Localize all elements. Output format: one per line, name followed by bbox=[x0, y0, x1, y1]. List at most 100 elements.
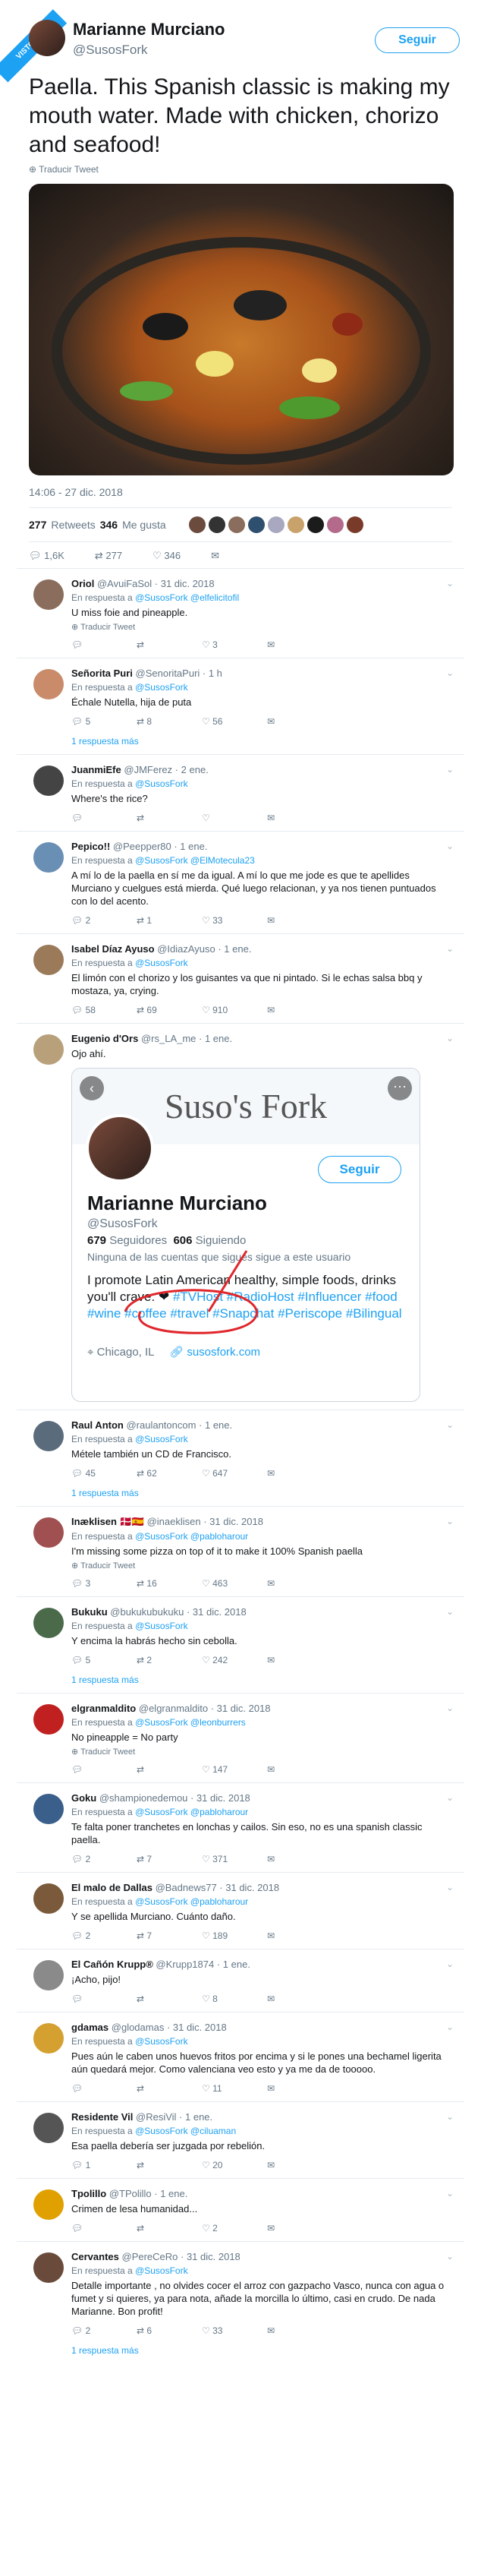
reply-button[interactable]: 💬︎ 5 bbox=[71, 1655, 137, 1665]
like-button[interactable]: ♡ 33 bbox=[202, 2325, 267, 2336]
reply-author-name[interactable]: Bukuku bbox=[71, 1606, 108, 1618]
avatar[interactable] bbox=[33, 1883, 64, 1914]
reply-author-name[interactable]: Señorita Puri bbox=[71, 668, 133, 679]
avatar[interactable] bbox=[33, 579, 64, 610]
reply-tweet[interactable]: ⌄ Oriol @AvuiFaSol · 31 dic. 2018 En res… bbox=[17, 568, 464, 658]
avatar[interactable] bbox=[267, 516, 285, 533]
avatar[interactable] bbox=[228, 516, 245, 533]
reply-author-handle[interactable]: @TPolillo · 1 ene. bbox=[109, 2188, 188, 2199]
retweet-button[interactable]: ⇄ bbox=[137, 1764, 202, 1775]
retweet-button[interactable]: ⇄ 62 bbox=[137, 1468, 202, 1479]
reply-author-name[interactable]: gdamas bbox=[71, 2022, 108, 2033]
reply-button[interactable]: 💬︎ 45 bbox=[71, 1468, 137, 1479]
avatar[interactable] bbox=[33, 842, 64, 873]
more-replies-link[interactable]: 1 respuesta más bbox=[71, 1675, 452, 1685]
chevron-down-icon[interactable]: ⌄ bbox=[446, 578, 454, 589]
avatar[interactable] bbox=[326, 516, 344, 533]
share-button[interactable]: ✉ bbox=[267, 2325, 332, 2336]
reply-button[interactable]: 💬︎ 5 bbox=[71, 716, 137, 727]
chevron-down-icon[interactable]: ⌄ bbox=[446, 1419, 454, 1430]
share-button[interactable]: ✉ bbox=[267, 716, 332, 727]
chevron-down-icon[interactable]: ⌄ bbox=[446, 2188, 454, 2199]
avatar[interactable] bbox=[33, 945, 64, 975]
retweet-button[interactable]: ⇄ 8 bbox=[137, 716, 202, 727]
reply-author-name[interactable]: Isabel Díaz Ayuso bbox=[71, 943, 155, 955]
like-button[interactable]: ♡ bbox=[202, 813, 267, 823]
chevron-down-icon[interactable]: ⌄ bbox=[446, 2022, 454, 2032]
chevron-down-icon[interactable]: ⌄ bbox=[446, 1606, 454, 1617]
retweets-label[interactable]: Retweets bbox=[51, 519, 95, 531]
reply-author-name[interactable]: El Cañón Krupp® bbox=[71, 1959, 153, 1970]
retweet-button[interactable]: ⇄ bbox=[137, 1994, 202, 2004]
reply-button[interactable]: 💬︎ bbox=[71, 1764, 137, 1775]
more-replies-link[interactable]: 1 respuesta más bbox=[71, 1488, 452, 1498]
like-button[interactable]: ♡ 33 bbox=[202, 915, 267, 926]
retweet-button[interactable]: ⇄ 7 bbox=[137, 1930, 202, 1941]
reply-button[interactable]: 💬︎ bbox=[71, 2083, 137, 2094]
like-button[interactable]: ♡ 11 bbox=[202, 2083, 267, 2094]
share-button[interactable]: ✉ bbox=[267, 639, 332, 650]
avatar[interactable] bbox=[33, 1608, 64, 1638]
reply-tweet[interactable]: ⌄ Isabel Díaz Ayuso @IdiazAyuso · 1 ene.… bbox=[17, 933, 464, 1023]
author-avatar[interactable] bbox=[29, 20, 65, 56]
reply-author-handle[interactable]: @inaeklisen · 31 dic. 2018 bbox=[147, 1516, 263, 1527]
reply-tweet[interactable]: ⌄ Señorita Puri @SenoritaPuri · 1 h En r… bbox=[17, 658, 464, 754]
reply-tweet[interactable]: ⌄ Raul Anton @raulantoncom · 1 ene. En r… bbox=[17, 1410, 464, 1506]
reply-to-users[interactable]: @SusosFork @pabloharour bbox=[135, 1807, 248, 1817]
share-button[interactable]: ✉ bbox=[267, 1930, 332, 1941]
avatar[interactable] bbox=[33, 1034, 64, 1065]
translate-link[interactable]: ⊕ Traducir Tweet bbox=[71, 1747, 452, 1757]
reply-button[interactable]: 💬︎ 1,6K bbox=[29, 550, 64, 568]
avatar[interactable] bbox=[287, 516, 304, 533]
avatar[interactable] bbox=[33, 2023, 64, 2054]
chevron-down-icon[interactable]: ⌄ bbox=[446, 2111, 454, 2122]
chevron-down-icon[interactable]: ⌄ bbox=[446, 764, 454, 775]
avatar[interactable] bbox=[33, 1704, 64, 1735]
retweet-button[interactable]: ⇄ 69 bbox=[137, 1005, 202, 1015]
reply-author-handle[interactable]: @ResiVil · 1 ene. bbox=[136, 2111, 212, 2123]
avatar[interactable] bbox=[33, 2252, 64, 2283]
retweet-button[interactable]: ⇄ bbox=[137, 2083, 202, 2094]
reply-author-handle[interactable]: @bukukubukuku · 31 dic. 2018 bbox=[110, 1606, 246, 1618]
likes-count[interactable]: 346 bbox=[100, 519, 118, 531]
like-button[interactable]: ♡ 56 bbox=[202, 716, 267, 727]
reply-tweet[interactable]: ⌄ Inæklisen 🇩🇰🇪🇸 @inaeklisen · 31 dic. 2… bbox=[17, 1506, 464, 1596]
avatar[interactable] bbox=[33, 2189, 64, 2220]
reply-to-users[interactable]: @SusosFork bbox=[135, 1434, 188, 1444]
reply-author-name[interactable]: Goku bbox=[71, 1792, 96, 1804]
avatar[interactable] bbox=[33, 1517, 64, 1548]
retweet-button[interactable]: ⇄ 1 bbox=[137, 915, 202, 926]
back-arrow-icon[interactable]: ‹ bbox=[80, 1076, 104, 1100]
avatar[interactable] bbox=[33, 1960, 64, 1990]
reply-author-handle[interactable]: @Badnews77 · 31 dic. 2018 bbox=[156, 1882, 280, 1893]
reply-author-handle[interactable]: @AvuiFaSol · 31 dic. 2018 bbox=[97, 578, 215, 589]
like-button[interactable]: ♡ 2 bbox=[202, 2223, 267, 2233]
follow-button[interactable]: Seguir bbox=[375, 27, 460, 53]
reply-author-name[interactable]: JuanmiEfe bbox=[71, 764, 121, 775]
reply-button[interactable]: 💬︎ 2 bbox=[71, 1930, 137, 1941]
likes-label[interactable]: Me gusta bbox=[122, 519, 166, 531]
reply-author-handle[interactable]: @SenoritaPuri · 1 h bbox=[136, 668, 222, 679]
reply-to-users[interactable]: @SusosFork @ElMotecula23 bbox=[135, 855, 255, 866]
reply-button[interactable]: 💬︎ 2 bbox=[71, 915, 137, 926]
retweet-button[interactable]: ⇄ 7 bbox=[137, 1854, 202, 1864]
more-options-icon[interactable]: ··· bbox=[388, 1076, 412, 1100]
reply-to-users[interactable]: @SusosFork @leonburrers bbox=[135, 1717, 246, 1728]
like-button[interactable]: ♡ 910 bbox=[202, 1005, 267, 1015]
reply-to-users[interactable]: @SusosFork bbox=[135, 2036, 188, 2047]
reply-to-users[interactable]: @SusosFork @pabloharour bbox=[135, 1896, 248, 1907]
avatar[interactable] bbox=[33, 2113, 64, 2143]
reply-author-name[interactable]: Tpolillo bbox=[71, 2188, 106, 2199]
like-button[interactable]: ♡ 20 bbox=[202, 2160, 267, 2170]
reply-to-users[interactable]: @SusosFork bbox=[135, 1621, 188, 1631]
share-button[interactable]: ✉ bbox=[267, 1764, 332, 1775]
avatar[interactable] bbox=[33, 766, 64, 796]
reply-tweet[interactable]: ⌄ Residente Vil @ResiVil · 1 ene. En res… bbox=[17, 2101, 464, 2178]
avatar[interactable] bbox=[208, 516, 225, 533]
chevron-down-icon[interactable]: ⌄ bbox=[446, 1882, 454, 1893]
like-button[interactable]: ♡ 463 bbox=[202, 1578, 267, 1589]
reply-author-name[interactable]: Pepico!! bbox=[71, 841, 110, 852]
reply-button[interactable]: 💬︎ bbox=[71, 2223, 137, 2233]
retweet-button[interactable]: ⇄ bbox=[137, 639, 202, 650]
like-button[interactable]: ♡ 242 bbox=[202, 1655, 267, 1665]
